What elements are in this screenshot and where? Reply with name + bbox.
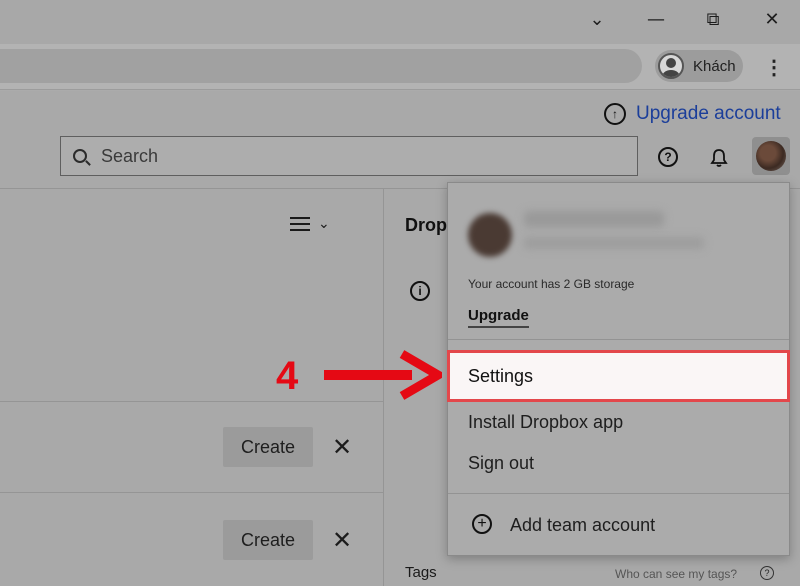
browser-toolbar: Khách ⋮ (0, 44, 800, 90)
avatar (468, 213, 512, 257)
address-bar[interactable] (0, 49, 642, 83)
minimize-button[interactable]: — (641, 6, 671, 32)
search-input[interactable] (101, 145, 601, 167)
restore-button[interactable]: ⧉ (698, 6, 728, 32)
storage-info: Your account has 2 GB storage (468, 277, 635, 291)
menu-divider (448, 339, 789, 340)
create-button[interactable]: Create (223, 520, 313, 560)
menu-item-sign-out[interactable]: Sign out (468, 453, 534, 474)
menu-divider (448, 493, 789, 494)
menu-item-settings[interactable]: Settings (447, 350, 790, 402)
menu-item-add-team[interactable]: Add team account (510, 515, 655, 536)
step-number: 4 (276, 354, 299, 398)
info-icon[interactable]: i (410, 281, 430, 301)
avatar (756, 141, 786, 171)
list-view-icon (290, 216, 310, 231)
profile-name: Khách (693, 57, 736, 75)
create-button[interactable]: Create (223, 427, 313, 467)
profile-button[interactable]: Khách (655, 50, 743, 82)
search-bar[interactable] (60, 136, 638, 176)
close-icon[interactable]: ✕ (332, 526, 352, 554)
arrow-up-circle-icon: ↑ (604, 103, 626, 125)
upgrade-account-link[interactable]: ↑ Upgrade account (604, 103, 781, 125)
settings-label: Settings (468, 366, 534, 386)
search-icon (73, 149, 87, 163)
menu-item-install-app[interactable]: Install Dropbox app (468, 412, 623, 433)
tab-search-chevron-icon[interactable]: ⌄ (582, 6, 612, 32)
blurred-account-email (524, 237, 704, 249)
divider (0, 492, 383, 493)
blurred-account-name (524, 211, 664, 227)
help-icon[interactable]: ? (658, 147, 678, 167)
plus-circle-icon: + (472, 514, 492, 534)
close-window-button[interactable]: ✕ (757, 6, 787, 32)
divider (0, 401, 383, 402)
account-menu: Your account has 2 GB storage Upgrade Se… (447, 182, 790, 556)
help-icon[interactable]: ? (760, 566, 774, 580)
browser-titlebar: ⌄ — ⧉ ✕ (0, 0, 800, 44)
browser-menu-icon[interactable]: ⋮ (764, 54, 784, 80)
guest-avatar-icon (658, 53, 684, 79)
bell-icon[interactable] (710, 148, 728, 168)
panel-title: Drop (405, 215, 447, 235)
view-toggle[interactable]: ⌄ (290, 215, 330, 232)
chevron-down-icon: ⌄ (318, 215, 330, 231)
upgrade-button[interactable]: Upgrade (468, 307, 529, 328)
tags-help-link[interactable]: Who can see my tags? (615, 567, 737, 581)
account-avatar-button[interactable] (752, 137, 790, 175)
annotation-arrow-icon (324, 350, 442, 400)
upgrade-account-label: Upgrade account (636, 103, 781, 124)
tags-label: Tags (405, 564, 437, 581)
close-icon[interactable]: ✕ (332, 433, 352, 461)
